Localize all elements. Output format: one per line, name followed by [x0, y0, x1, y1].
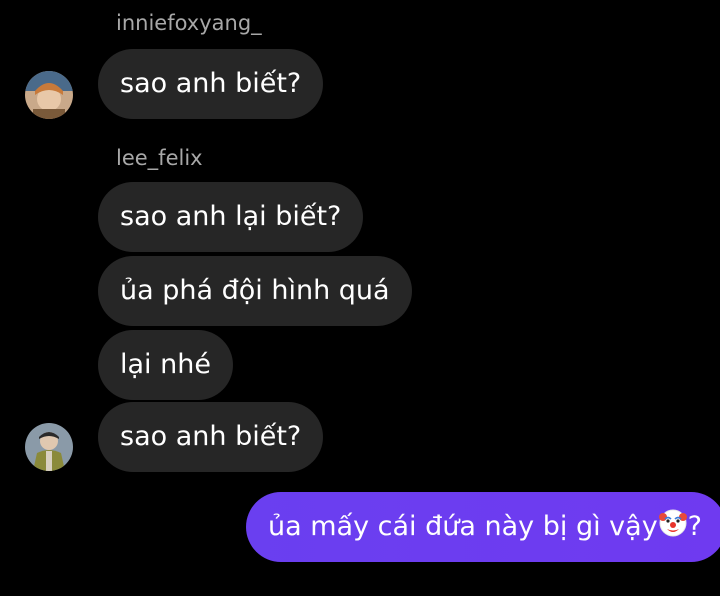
- sender-avatar[interactable]: [25, 423, 73, 471]
- outgoing-message-text: ủa mấy cái đứa này bị gì vậy: [268, 511, 658, 542]
- clown-face-emoji-icon: [658, 495, 688, 565]
- sender-username[interactable]: inniefoxyang_: [116, 10, 262, 36]
- message-bubble[interactable]: lại nhé: [98, 330, 233, 400]
- sender-avatar[interactable]: [25, 71, 73, 119]
- message-bubble[interactable]: ủa phá đội hình quá: [98, 256, 412, 326]
- outgoing-message-bubble[interactable]: ủa mấy cái đứa này bị gì vậy ?: [246, 492, 720, 562]
- outgoing-message-suffix: ?: [687, 511, 703, 542]
- sender-username[interactable]: lee_felix: [116, 145, 203, 171]
- message-bubble[interactable]: sao anh biết?: [98, 49, 324, 119]
- message-bubble[interactable]: sao anh biết?: [98, 402, 324, 472]
- message-bubble[interactable]: sao anh lại biết?: [98, 182, 364, 252]
